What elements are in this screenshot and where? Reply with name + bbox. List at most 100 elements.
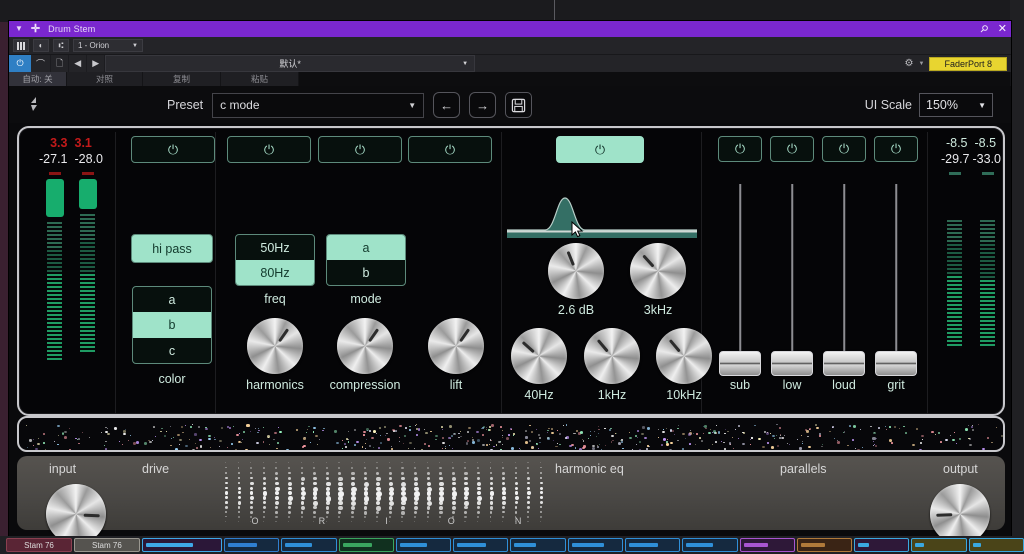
track-clip[interactable]: [453, 538, 509, 552]
mode-option-a[interactable]: a: [327, 235, 405, 260]
track-clip[interactable]: [796, 538, 853, 552]
eq-frequency-knob[interactable]: [630, 243, 686, 299]
track-clip[interactable]: [395, 538, 452, 552]
track-clip[interactable]: [281, 538, 337, 552]
chevron-down-icon[interactable]: ▼: [15, 25, 23, 33]
light-dot: [45, 448, 47, 450]
color-option-b[interactable]: b: [133, 312, 211, 338]
chevron-down-icon[interactable]: ▼: [919, 61, 925, 67]
track-chip[interactable]: Stam 76: [73, 538, 140, 552]
track-clip[interactable]: [224, 538, 280, 552]
track-clip[interactable]: [968, 538, 1024, 552]
low-label: low: [782, 378, 802, 392]
loud-power-button[interactable]: ⏻: [822, 136, 866, 162]
light-dot: [512, 435, 514, 437]
light-dot: [673, 433, 676, 436]
low-power-button[interactable]: ⏻: [770, 136, 814, 162]
freq-selector[interactable]: 50Hz 80Hz: [235, 234, 315, 286]
harmonics-power-button[interactable]: ⏻: [227, 136, 311, 163]
input-knob[interactable]: [46, 484, 106, 544]
bottom-label-drive: drive: [142, 462, 170, 476]
light-dot: [386, 433, 389, 435]
fader-cap[interactable]: [719, 351, 761, 376]
close-icon[interactable]: ✕: [998, 23, 1007, 35]
harmonic-eq-power-button[interactable]: ⏻: [556, 136, 644, 163]
fader-cap[interactable]: [823, 351, 865, 376]
light-dot: [29, 439, 33, 442]
track-clip[interactable]: [141, 538, 223, 552]
color-selector[interactable]: a b c: [132, 286, 212, 364]
compression-knob[interactable]: [337, 318, 393, 374]
track-clip[interactable]: [510, 538, 566, 552]
light-dot: [773, 438, 775, 440]
light-dot: [404, 427, 407, 430]
pin-icon[interactable]: ⚲: [978, 23, 991, 36]
routing-icon[interactable]: ⑆: [53, 39, 69, 52]
preset-select[interactable]: c mode ▼: [212, 92, 425, 118]
low-fader[interactable]: [771, 184, 813, 376]
lift-knob[interactable]: [428, 318, 484, 374]
phase-icon[interactable]: ◐: [33, 39, 49, 52]
plugin-bypass-button[interactable]: ⏻: [9, 55, 31, 72]
sub-power-button[interactable]: ⏻: [718, 136, 762, 162]
copy-button[interactable]: 复制: [143, 72, 221, 86]
drive-power-button[interactable]: ⏻: [131, 136, 215, 163]
pattern-dot: [351, 476, 355, 481]
harmonics-knob[interactable]: [247, 318, 303, 374]
freq-option-50hz[interactable]: 50Hz: [236, 235, 314, 260]
grit-power-button[interactable]: ⏻: [874, 136, 918, 162]
compression-power-button[interactable]: ⏻: [318, 136, 402, 163]
paste-button[interactable]: 粘贴: [221, 72, 299, 86]
color-option-a[interactable]: a: [133, 287, 211, 312]
fader-cap[interactable]: [875, 351, 917, 376]
track-clip[interactable]: [625, 538, 681, 552]
track-clip[interactable]: [682, 538, 738, 552]
mode-option-b[interactable]: b: [327, 260, 405, 285]
main-rack: 3.3 3.1 -27.1 -28.0 ⏻ hi pass a b c colo…: [17, 126, 1005, 416]
automation-mode-button[interactable]: 自动: 关: [9, 72, 67, 86]
grit-fader[interactable]: [875, 184, 917, 376]
ui-scale-select[interactable]: 150% ▼: [919, 93, 993, 117]
controller-badge[interactable]: FaderPort 8: [929, 56, 1007, 71]
loud-fader[interactable]: [823, 184, 865, 376]
light-dot: [408, 447, 409, 449]
next-preset-button[interactable]: ▶: [87, 55, 106, 72]
hi-pass-button[interactable]: hi pass: [131, 234, 213, 263]
plus-icon[interactable]: ✛: [31, 23, 40, 35]
eq-curve-display[interactable]: [507, 176, 697, 238]
gear-icon[interactable]: ⚙: [905, 58, 914, 69]
keyboard-icon[interactable]: [13, 39, 29, 52]
host-preset-select[interactable]: 默认* ▼: [105, 55, 476, 72]
file-icon[interactable]: 🗋: [51, 55, 70, 72]
preset-next-button[interactable]: →: [469, 92, 497, 118]
mode-selector[interactable]: a b: [326, 234, 406, 286]
prev-preset-button[interactable]: ◀: [69, 55, 88, 72]
track-clip[interactable]: [739, 538, 795, 552]
channel-select[interactable]: 1 - Orion ▼: [73, 39, 143, 52]
eq-band-10khz-knob[interactable]: [656, 328, 712, 384]
eq-band-40hz-knob[interactable]: [511, 328, 567, 384]
eq-band-1khz-knob[interactable]: [584, 328, 640, 384]
track-clip[interactable]: [911, 538, 967, 552]
light-dot: [916, 427, 919, 430]
track-clip[interactable]: [338, 538, 394, 552]
light-dot: [501, 435, 503, 436]
track-clip[interactable]: [854, 538, 910, 552]
track-clip[interactable]: [567, 538, 623, 552]
headphone-icon[interactable]: ⌒: [31, 55, 52, 72]
sub-fader[interactable]: [719, 184, 761, 376]
track-chip[interactable]: Stam 76: [6, 538, 72, 552]
compare-button[interactable]: 对照: [67, 72, 143, 86]
light-dot: [238, 440, 241, 443]
output-knob[interactable]: [930, 484, 990, 544]
light-dot: [685, 437, 687, 439]
preset-save-button[interactable]: [505, 92, 533, 118]
lift-power-button[interactable]: ⏻: [408, 136, 492, 163]
pattern-dot: [237, 501, 241, 505]
preset-prev-button[interactable]: ←: [433, 92, 461, 118]
eq-gain-knob[interactable]: [548, 243, 604, 299]
fader-cap[interactable]: [771, 351, 813, 376]
light-dot: [598, 428, 600, 430]
color-option-c[interactable]: c: [133, 338, 211, 363]
freq-option-80hz[interactable]: 80Hz: [236, 260, 314, 285]
